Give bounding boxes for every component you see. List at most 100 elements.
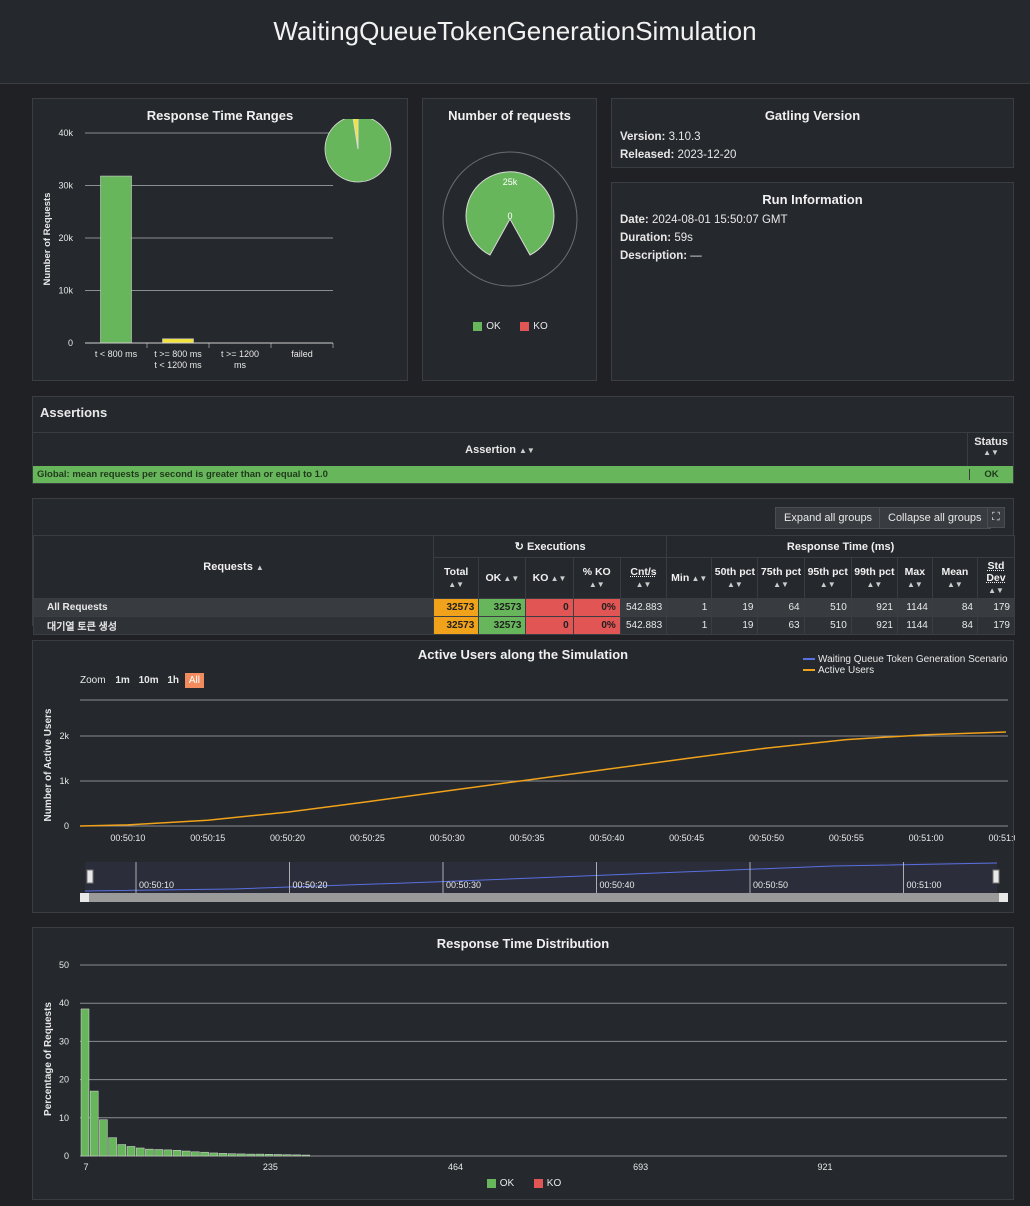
- sort-asc-icon[interactable]: ▲: [256, 563, 264, 572]
- distribution-bar[interactable]: [246, 1153, 255, 1157]
- navigator-right-handle[interactable]: [992, 869, 1000, 884]
- column-header-min[interactable]: Min ▲▼: [666, 557, 713, 599]
- sort-icon[interactable]: ▲▼: [589, 580, 605, 589]
- sort-icon[interactable]: ▲▼: [519, 446, 535, 455]
- sort-icon[interactable]: ▲▼: [501, 574, 519, 583]
- distribution-bar[interactable]: [108, 1137, 117, 1157]
- assertions-header-row: Assertion ▲▼ Status ▲▼: [33, 432, 1013, 467]
- y-tick-label: 30: [59, 1036, 69, 1046]
- sort-icon[interactable]: ▲▼: [727, 580, 743, 589]
- expand-all-groups-button[interactable]: Expand all groups: [775, 507, 882, 529]
- column-header-50th-pct[interactable]: 50th pct ▲▼: [711, 557, 759, 599]
- column-header-ok[interactable]: OK ▲▼: [478, 557, 527, 599]
- distribution-bar[interactable]: [218, 1153, 228, 1157]
- duration-value: 59s: [674, 232, 693, 244]
- cell-75th-pct: 64: [757, 598, 805, 617]
- distribution-bar[interactable]: [163, 1149, 173, 1157]
- scroll-right-button[interactable]: [999, 893, 1008, 902]
- distribution-bar[interactable]: [145, 1148, 154, 1157]
- column-header-std-dev[interactable]: Std Dev ▲▼: [976, 557, 1016, 599]
- cell-total: 32573: [433, 616, 480, 635]
- distribution-bar[interactable]: [135, 1147, 145, 1157]
- request-name[interactable]: All Requests: [32, 598, 435, 617]
- status-column-header[interactable]: Status ▲▼: [969, 436, 1013, 457]
- sort-icon[interactable]: ▲▼: [820, 580, 836, 589]
- y-tick-label: 50: [59, 960, 69, 970]
- distribution-bar[interactable]: [80, 1008, 90, 1157]
- requests-column-header[interactable]: Requests ▲: [32, 535, 435, 599]
- y-tick-label: 10k: [58, 286, 73, 296]
- column-header-95th-pct[interactable]: 95th pct ▲▼: [803, 557, 852, 599]
- distribution-bar[interactable]: [117, 1144, 127, 1157]
- sort-icon[interactable]: ▲▼: [636, 580, 652, 589]
- description-label: Description:: [620, 250, 688, 262]
- navigator[interactable]: 00:50:10 00:50:20 00:50:30 00:50:40 00:50:50…: [80, 862, 1008, 902]
- navigator-left-handle[interactable]: [86, 869, 94, 884]
- column-header-75th-pct[interactable]: 75th pct ▲▼: [757, 557, 805, 599]
- x-tick-label: 00:51:05: [988, 833, 1015, 843]
- distribution-bar[interactable]: [172, 1150, 182, 1157]
- y-tick-label: 40: [59, 998, 69, 1008]
- sort-icon[interactable]: ▲▼: [448, 580, 464, 589]
- x-tick-label: 00:50:30: [430, 833, 465, 843]
- navigator-scrollbar[interactable]: [80, 893, 1008, 902]
- table-row[interactable]: All Requests 32573 32573 0 0% 542.883 1 19 64 510…: [32, 598, 1016, 617]
- fullscreen-icon[interactable]: ⛶: [987, 507, 1005, 528]
- sort-icon[interactable]: ▲▼: [947, 580, 963, 589]
- assertion-column-header[interactable]: Assertion ▲▼: [33, 433, 968, 467]
- cell--ko: 0%: [572, 616, 621, 635]
- legend-ok-label[interactable]: OK: [500, 1178, 514, 1189]
- distribution-bar[interactable]: [227, 1153, 237, 1157]
- response-time-header: Response Time (ms): [666, 535, 1015, 558]
- distribution-bar[interactable]: [89, 1090, 99, 1157]
- sort-icon[interactable]: ▲▼: [907, 580, 923, 589]
- scroll-left-button[interactable]: [80, 893, 89, 902]
- distribution-bar[interactable]: [283, 1154, 292, 1157]
- distribution-bar[interactable]: [200, 1151, 209, 1157]
- range-bar[interactable]: [100, 175, 132, 344]
- distribution-bar[interactable]: [126, 1146, 136, 1157]
- x-tick-label: 00:50:15: [190, 833, 225, 843]
- column-header-ko[interactable]: KO ▲▼: [525, 557, 574, 599]
- assertion-text: Global: mean requests per second is grea…: [37, 469, 328, 480]
- sort-icon[interactable]: ▲▼: [773, 580, 789, 589]
- legend-ko-label[interactable]: KO: [547, 1178, 561, 1189]
- distribution-bar[interactable]: [99, 1119, 108, 1157]
- distribution-bar[interactable]: [301, 1154, 311, 1157]
- request-name[interactable]: 대기열 토큰 생성: [32, 616, 435, 635]
- collapse-all-groups-button[interactable]: Collapse all groups: [879, 507, 991, 529]
- distribution-bar[interactable]: [264, 1154, 274, 1157]
- sort-icon[interactable]: ▲▼: [689, 574, 707, 583]
- column-header-max[interactable]: Max ▲▼: [896, 557, 933, 599]
- distribution-bar[interactable]: [273, 1154, 283, 1157]
- x-tick-label: 693: [633, 1162, 648, 1172]
- column-header--ko[interactable]: % KO ▲▼: [572, 557, 621, 599]
- range-bar[interactable]: [162, 338, 194, 344]
- column-header-total[interactable]: Total ▲▼: [433, 557, 480, 599]
- gatling-version-panel: Gatling Version Version: 3.10.3 Released…: [611, 98, 1014, 168]
- column-header-cnt-s[interactable]: Cnt/s ▲▼: [619, 557, 668, 599]
- distribution-bar[interactable]: [237, 1153, 246, 1157]
- column-header-label: Total: [444, 566, 469, 578]
- distribution-bar[interactable]: [181, 1150, 191, 1157]
- y-tick-label: 1k: [59, 776, 69, 786]
- sort-icon[interactable]: ▲▼: [548, 574, 567, 583]
- distribution-bar[interactable]: [209, 1152, 219, 1157]
- legend-ok-swatch: [486, 1178, 496, 1188]
- distribution-bar[interactable]: [292, 1154, 301, 1157]
- assertion-row: Global: mean requests per second is grea…: [33, 466, 1013, 483]
- distribution-bar[interactable]: [255, 1153, 265, 1157]
- distribution-bar[interactable]: [191, 1151, 200, 1157]
- distribution-bar[interactable]: [154, 1149, 163, 1157]
- table-row[interactable]: 대기열 토큰 생성 32573 32573 0 0% 542.883 1 19 63 510 921…: [32, 616, 1016, 635]
- column-header-label: 95th pct: [807, 566, 848, 578]
- x-tick-label: t < 800 ms: [95, 349, 138, 359]
- number-of-requests-title: Number of requests: [448, 108, 571, 123]
- x-tick-label: t < 1200 ms: [154, 360, 202, 370]
- assertions-panel: Assertions Assertion ▲▼ Status ▲▼ Global…: [32, 396, 1014, 484]
- column-header-99th-pct[interactable]: 99th pct ▲▼: [850, 557, 898, 599]
- sort-icon[interactable]: ▲▼: [988, 586, 1004, 595]
- column-header-mean[interactable]: Mean ▲▼: [931, 557, 978, 599]
- sort-icon[interactable]: ▲▼: [866, 580, 882, 589]
- sort-icon[interactable]: ▲▼: [969, 448, 1013, 457]
